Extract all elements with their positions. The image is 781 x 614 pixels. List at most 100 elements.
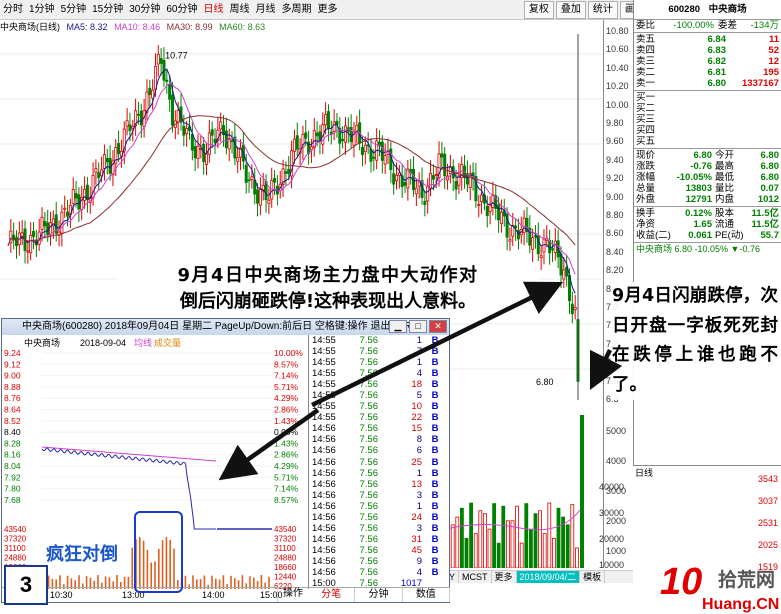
- mini-tab[interactable]: 日线: [635, 466, 653, 479]
- candle-body: [190, 134, 194, 151]
- quote-stats: 现价 6.80 今开 6.80 涨跌 -0.76 最高 6.80 涨幅 -10.05% 最低 6.80…: [634, 150, 781, 205]
- bottom-tab-2[interactable]: 更多: [492, 571, 517, 583]
- minimize-button[interactable]: ▁: [389, 320, 407, 333]
- period-tab-1[interactable]: 1分钟: [26, 1, 58, 19]
- stat-value: 6.80: [760, 161, 780, 172]
- bottom-tab-3[interactable]: 2018/09/04/二: [516, 571, 581, 583]
- time-label: 10:30: [50, 590, 73, 600]
- tick-price: 7.56: [359, 335, 379, 346]
- maximize-button[interactable]: □: [409, 320, 427, 333]
- price-axis-label: 8.40: [4, 427, 21, 437]
- tick-direction: B: [431, 379, 439, 391]
- pct-axis-label: 5.71%: [274, 382, 299, 392]
- vol-axis-label: 31100: [4, 544, 26, 553]
- tick-tab-0[interactable]: 分笔: [308, 588, 356, 602]
- stat-value: 11.5亿: [751, 219, 779, 230]
- tick-price: 7.56: [359, 500, 379, 512]
- stat-value: 6.80: [760, 172, 780, 183]
- tick-volume-bar: [131, 547, 133, 589]
- volume-bar: [556, 507, 561, 568]
- crazy-trade-label: 疯狂对倒: [46, 544, 118, 565]
- candle-body: [97, 172, 101, 179]
- stat-label: 内盘: [715, 194, 735, 205]
- toolbar-button-2[interactable]: 统计: [587, 0, 618, 19]
- price-axis-label: 7.68: [4, 495, 21, 505]
- stat-label: 量比: [715, 183, 735, 194]
- ma5-label: MA5: 8.32: [66, 22, 108, 32]
- close-button[interactable]: ✕: [429, 320, 447, 333]
- price-axis-label: 8.88: [4, 382, 21, 392]
- stat-row: 总量 13803 量比 0.07: [634, 183, 781, 194]
- candle-body: [292, 138, 296, 152]
- volume-tick-label: 1000: [606, 546, 627, 556]
- tick-row: 14:55 7.56 5 B: [309, 390, 450, 401]
- tick-time: 14:56: [312, 434, 336, 446]
- period-tab-8[interactable]: 月线: [253, 1, 279, 19]
- candle-body: [431, 175, 435, 180]
- stat-row: 净资 1.65 流通 11.5亿: [634, 219, 781, 230]
- candle-body: [414, 187, 418, 195]
- tick-row: 14:55 7.56 1 B: [309, 335, 450, 346]
- tick-row: 14:55 7.56 1 B: [309, 357, 450, 368]
- price-tick-label: 9.20: [606, 173, 624, 184]
- quote-title: 600280 中央商场: [634, 0, 781, 20]
- tick-price: 7.56: [359, 456, 379, 468]
- tick-row: 14:55 7.56 10 B: [309, 401, 450, 412]
- volume-bar: [538, 510, 542, 568]
- candle-body: [196, 145, 200, 159]
- candle-body: [349, 126, 353, 143]
- tick-tabs[interactable]: 分笔 分钟 数值: [308, 587, 450, 602]
- stat-label: 外盘: [636, 194, 656, 205]
- period-tab-0[interactable]: 分时: [0, 1, 26, 19]
- tick-direction: B: [431, 390, 439, 402]
- tick-volume-bar: [165, 537, 168, 589]
- tick-direction: B: [431, 478, 439, 490]
- candle-body: [304, 132, 308, 139]
- tick-volume-bar: [173, 548, 175, 589]
- period-tab-3[interactable]: 15分钟: [89, 1, 126, 19]
- tick-volume: 3: [416, 489, 422, 501]
- tick-price: 7.56: [359, 533, 379, 545]
- period-tab-7[interactable]: 周线: [227, 1, 253, 19]
- candle-body: [205, 153, 209, 165]
- tick-volume: 31: [411, 533, 422, 545]
- bottom-tab-1[interactable]: MCST: [459, 571, 492, 583]
- candle-body: [270, 180, 274, 200]
- stat-value: 12791: [685, 194, 712, 205]
- sell-row-1: 卖四 6.83 52: [634, 45, 781, 56]
- tick-row: 14:55 7.56 22 B: [309, 412, 450, 423]
- tick-row: 14:55 7.56 7 B: [309, 346, 450, 357]
- operation-tab[interactable]: 操作: [277, 587, 308, 602]
- tick-price: 7.56: [359, 401, 379, 413]
- volume-tick-label: 4000: [606, 456, 627, 466]
- toolbar-button-1[interactable]: 叠加: [555, 0, 586, 19]
- volume-bar: [473, 533, 478, 568]
- candle-body: [559, 253, 563, 276]
- volume-bar: [478, 510, 483, 568]
- toolbar-button-0[interactable]: 复权: [523, 0, 554, 19]
- period-tab-4[interactable]: 30分钟: [126, 1, 163, 19]
- candle-body: [230, 140, 234, 143]
- period-tab-2[interactable]: 5分钟: [58, 1, 90, 19]
- period-tab-5[interactable]: 60分钟: [163, 1, 200, 19]
- candle-body: [165, 79, 169, 82]
- volume-bar: [515, 505, 519, 568]
- sell-volume: 12: [768, 56, 779, 67]
- stat-label: 净资: [636, 219, 656, 230]
- tick-list[interactable]: 14:55 7.56 1 B 14:55 7.56 7 B 14:55 7.56 1 B 14:55 7.…: [308, 335, 450, 589]
- tick-tab-1[interactable]: 分钟: [355, 588, 403, 602]
- main-annotation-line1: 9月4日中央商场主力盘中大动作对: [177, 265, 479, 286]
- bottom-tab-4[interactable]: 模板: [580, 571, 606, 583]
- period-tab-10[interactable]: 更多: [315, 1, 341, 19]
- period-tab-6[interactable]: 日线: [201, 1, 227, 19]
- period-tab-9[interactable]: 多周期: [279, 1, 315, 19]
- tick-price: 7.56: [359, 390, 379, 402]
- candle-body: [43, 220, 47, 227]
- volume-bar: [524, 503, 529, 568]
- price-tick-label: 9.00: [606, 191, 624, 202]
- popup-titlebar[interactable]: 中央商场(600280) 2018年09月04日 星期二 PageUp/Down…: [2, 319, 449, 335]
- tick-tab-2[interactable]: 数值: [403, 588, 450, 602]
- candle-body: [531, 237, 535, 250]
- mini-axis-label: 2531: [757, 518, 778, 528]
- candle-body: [224, 130, 228, 148]
